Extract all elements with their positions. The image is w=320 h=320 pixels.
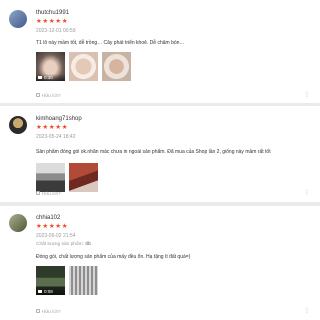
more-vertical-icon[interactable]: ⋮	[304, 190, 310, 196]
review-footer: Hữu ích? ⋮	[36, 308, 310, 314]
rating-stars: ★★★★★	[36, 223, 69, 230]
helpful-label: Hữu ích?	[42, 92, 61, 98]
more-vertical-icon[interactable]: ⋮	[304, 308, 310, 314]
review-media: 0:08	[36, 266, 310, 295]
rating-stars: ★★★★★	[36, 18, 69, 25]
helpful-button[interactable]: Hữu ích?	[36, 93, 61, 98]
reviewer-name[interactable]: kimhoang71shop	[36, 106, 310, 123]
like-icon	[36, 309, 40, 313]
attribute-label: Chất lượng sản phẩm:	[36, 242, 84, 247]
review-date: 2023-12-01 00:59	[36, 28, 76, 34]
reviewer-name[interactable]: chhia102	[36, 206, 310, 222]
review-image-thumb[interactable]	[69, 163, 98, 192]
attribute-value: tốt	[85, 242, 91, 247]
review-text: Sản phẩm đóng gói ok.nhãn mác chưa in ng…	[36, 149, 271, 155]
video-badge: 0:30	[36, 74, 65, 81]
video-badge: 0:08	[36, 288, 65, 295]
video-duration: 0:30	[44, 75, 53, 80]
review-video-thumb[interactable]: 0:30	[36, 52, 65, 81]
review-date: 2023-05-24 18:42	[36, 134, 76, 140]
avatar[interactable]	[9, 116, 27, 134]
reviewer-name[interactable]: thutchu1991	[36, 0, 310, 17]
helpful-label: Hữu ích?	[42, 308, 61, 314]
review-image-thumb[interactable]	[69, 52, 98, 81]
review-card: chhia102 ★★★★★ 2023-06-02 21:54 Chất lượ…	[0, 206, 320, 320]
review-card: thutchu1991 ★★★★★ 2023-12-01 00:59 T1 lô…	[0, 0, 320, 103]
review-text: Đóng gói, chất lượng sản phẩm của mấy đề…	[36, 254, 191, 260]
review-footer: Hữu ích? ⋮	[36, 92, 310, 98]
review-video-thumb[interactable]: 0:08	[36, 266, 65, 295]
review-footer: Hữu ích? ⋮	[36, 190, 310, 196]
avatar[interactable]	[9, 214, 27, 232]
more-vertical-icon[interactable]: ⋮	[304, 92, 310, 98]
camera-icon	[38, 76, 42, 79]
review-text: T1 lô này mầm tốt, dễ trồng… Cây phát tr…	[36, 40, 185, 46]
review-media	[36, 163, 310, 192]
review-card: kimhoang71shop ★★★★★ 2023-05-24 18:42 Sả…	[0, 106, 320, 202]
helpful-button[interactable]: Hữu ích?	[36, 191, 61, 196]
avatar[interactable]	[9, 10, 27, 28]
review-media: 0:30	[36, 52, 310, 81]
review-date: 2023-06-02 21:54	[36, 233, 76, 239]
like-icon	[36, 93, 40, 97]
helpful-label: Hữu ích?	[42, 190, 61, 196]
review-feed: thutchu1991 ★★★★★ 2023-12-01 00:59 T1 lô…	[0, 0, 320, 320]
helpful-button[interactable]: Hữu ích?	[36, 309, 61, 314]
video-duration: 0:08	[44, 289, 53, 294]
review-image-thumb[interactable]	[69, 266, 98, 295]
review-image-thumb[interactable]	[36, 163, 65, 192]
like-icon	[36, 191, 40, 195]
product-attribute: Chất lượng sản phẩm: tốt	[36, 242, 310, 248]
review-image-thumb[interactable]	[102, 52, 131, 81]
rating-stars: ★★★★★	[36, 124, 69, 131]
camera-icon	[38, 290, 42, 293]
